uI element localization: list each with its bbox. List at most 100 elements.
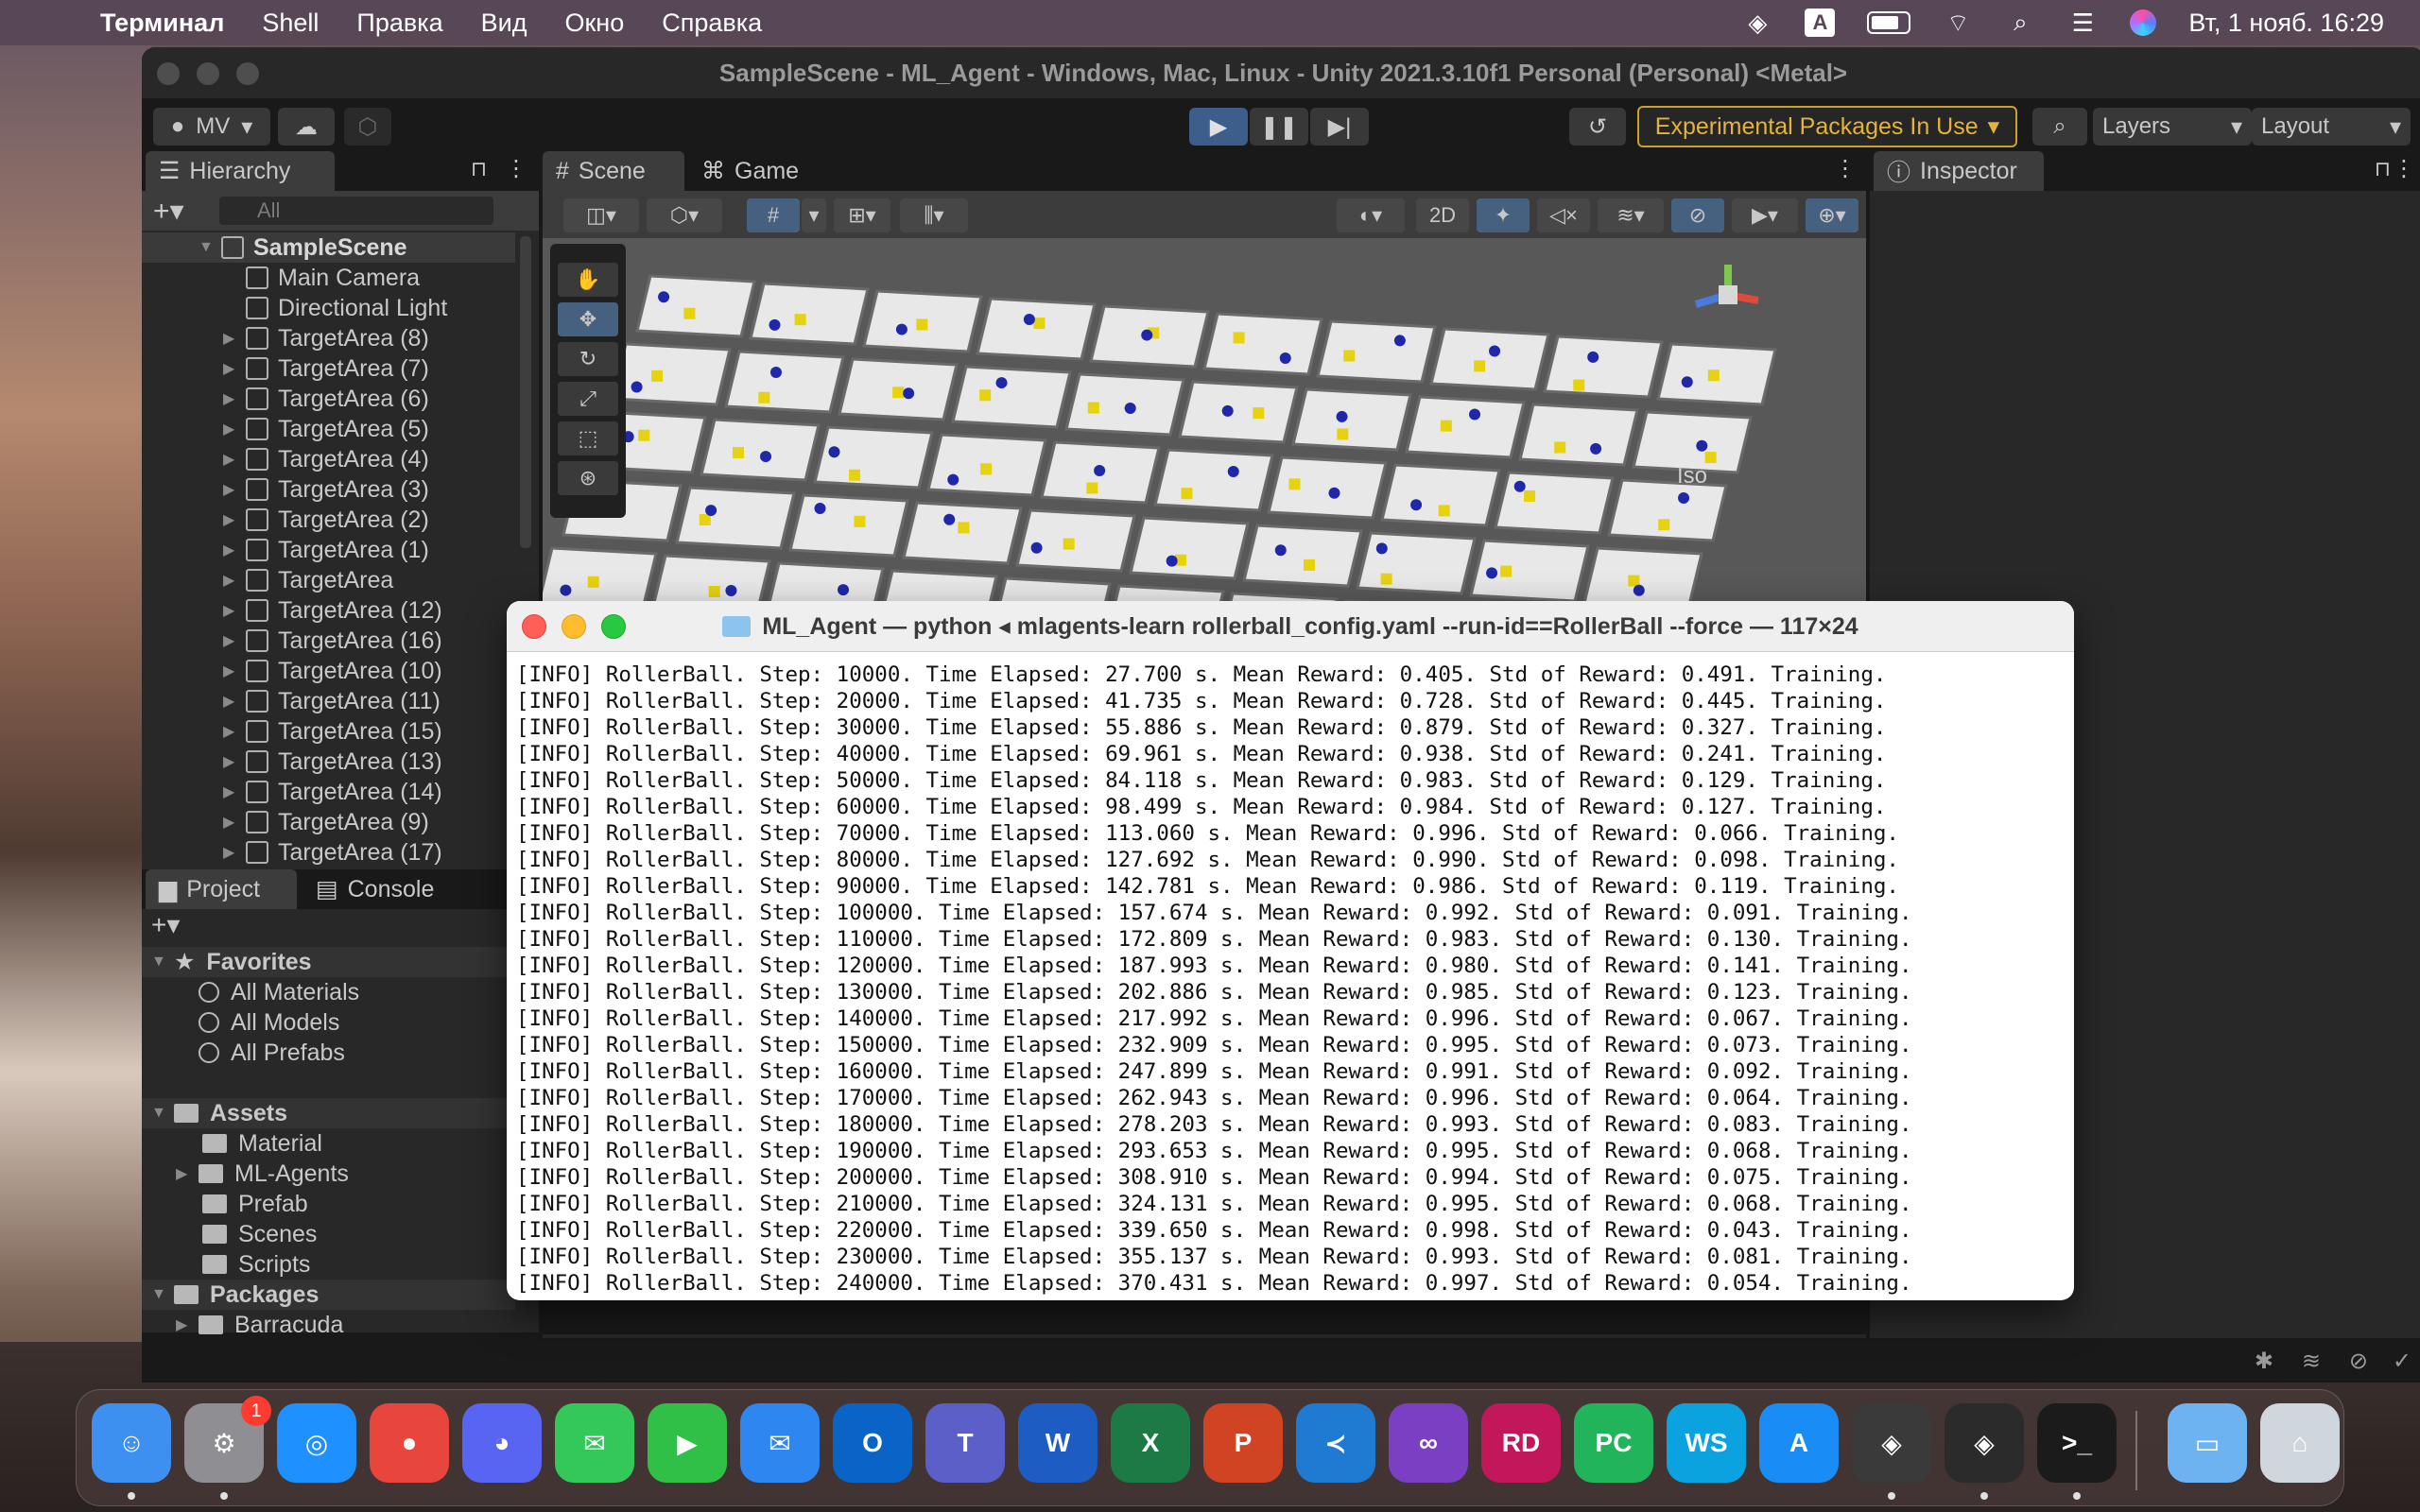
scene-projection-label[interactable]: Iso [1677, 463, 1707, 490]
hierarchy-item[interactable]: ▶ TargetArea (13) [142, 747, 515, 777]
network-icon[interactable]: ⊘ [2349, 1348, 2368, 1375]
discord-icon[interactable]: ◕ [462, 1403, 542, 1483]
kebab-menu-icon[interactable]: ⋮ [1834, 155, 1857, 182]
siri-icon[interactable] [2130, 9, 2157, 36]
menu-edit[interactable]: Правка [356, 9, 442, 38]
transform-tool-icon[interactable]: ⊛ [558, 461, 618, 495]
downloads-folder-icon[interactable]: ▭ [2168, 1403, 2247, 1483]
hierarchy-item[interactable]: ▶ TargetArea (11) [142, 686, 515, 716]
hierarchy-item[interactable]: ▶ TargetArea (1) [142, 535, 515, 565]
wifi-icon[interactable]: ⌔ [1943, 9, 1973, 37]
collapse-arrow-icon[interactable]: ▶ [223, 631, 240, 650]
collapse-arrow-icon[interactable]: ▶ [223, 541, 240, 559]
snap-icon[interactable]: ⊞▾ [834, 198, 890, 232]
hierarchy-item[interactable]: ▶ TargetArea (16) [142, 626, 515, 656]
collapse-arrow-icon[interactable]: ▶ [223, 782, 240, 801]
collapse-arrow-icon[interactable]: ▶ [223, 389, 240, 408]
pause-button[interactable]: ❚❚ [1250, 108, 1308, 146]
step-button[interactable]: ▶| [1310, 108, 1369, 146]
webstorm-icon[interactable]: WS [1667, 1403, 1746, 1483]
chrome-icon[interactable]: ● [370, 1403, 449, 1483]
hierarchy-item[interactable]: ▶ TargetArea (2) [142, 505, 515, 535]
collapse-arrow-icon[interactable]: ▶ [223, 329, 240, 348]
project-item[interactable]: ▶ ML-Agents [142, 1159, 515, 1189]
shading-dropdown[interactable]: ⬡▾ [647, 198, 722, 232]
search-icon[interactable]: ⌕ [2032, 108, 2087, 146]
hierarchy-item[interactable]: ▶ TargetArea (10) [142, 656, 515, 686]
collapse-arrow-icon[interactable]: ▶ [223, 420, 240, 438]
cloud-icon[interactable]: ☁ [278, 108, 335, 146]
hierarchy-item[interactable]: ▶ TargetArea (12) [142, 595, 515, 626]
minimize-button[interactable] [197, 62, 219, 85]
rider-icon[interactable]: RD [1481, 1403, 1561, 1483]
move-tool-icon[interactable]: ✥ [558, 302, 618, 336]
app-store-icon[interactable]: A [1759, 1403, 1839, 1483]
tab-scene[interactable]: # Scene [543, 151, 684, 191]
menu-window[interactable]: Окно [564, 9, 624, 38]
lighting-toggle-icon[interactable]: ✦ [1477, 198, 1530, 232]
collapse-arrow-icon[interactable]: ▶ [223, 752, 240, 771]
effects-dropdown[interactable]: ≋▾ [1598, 198, 1664, 232]
expand-arrow-icon[interactable]: ▼ [199, 239, 216, 256]
collapse-arrow-icon[interactable]: ▶ [223, 480, 240, 499]
scene-root-item[interactable]: ▼ SampleScene [142, 232, 515, 263]
cache-icon[interactable]: ≋ [2302, 1348, 2321, 1375]
hierarchy-item[interactable]: ▶ TargetArea (5) [142, 414, 515, 444]
messages-icon[interactable]: ✉ [555, 1403, 634, 1483]
mail-icon[interactable]: ✉ [740, 1403, 820, 1483]
input-source-icon[interactable]: A [1805, 9, 1836, 37]
teams-icon[interactable]: T [925, 1403, 1005, 1483]
audio-toggle-icon[interactable]: ◁× [1537, 198, 1590, 232]
collapse-arrow-icon[interactable]: ▶ [176, 1315, 193, 1334]
project-item[interactable]: All Prefabs [142, 1038, 515, 1068]
tab-game[interactable]: ⌘ Game [688, 151, 830, 191]
layers-dropdown[interactable]: Layers ▾ [2093, 108, 2252, 146]
tab-project[interactable]: ▆ Project [146, 869, 297, 909]
collapse-arrow-icon[interactable]: ▶ [223, 662, 240, 680]
collapse-arrow-icon[interactable]: ▶ [223, 571, 240, 590]
menu-shell[interactable]: Shell [262, 9, 319, 38]
tab-console[interactable]: ▤ Console [302, 869, 463, 909]
collapse-arrow-icon[interactable]: ▶ [223, 813, 240, 832]
collapse-arrow-icon[interactable]: ▶ [223, 692, 240, 711]
project-item[interactable]: Prefab [142, 1189, 515, 1219]
expand-arrow-icon[interactable]: ▼ [151, 954, 168, 971]
expand-arrow-icon[interactable]: ▼ [151, 1105, 168, 1122]
collapse-arrow-icon[interactable]: ▶ [223, 359, 240, 378]
excel-icon[interactable]: X [1111, 1403, 1190, 1483]
tab-inspector[interactable]: ⓘ Inspector [1874, 151, 2044, 191]
project-item[interactable]: ▶ Barracuda [142, 1310, 515, 1340]
hierarchy-item[interactable]: ▶ TargetArea (8) [142, 323, 515, 353]
visual-studio-icon[interactable]: ∞ [1389, 1403, 1468, 1483]
kebab-menu-icon[interactable]: ⋮ [505, 155, 527, 182]
project-item[interactable]: Scenes [142, 1219, 515, 1249]
camera-dropdown[interactable]: ▶▾ [1732, 198, 1798, 232]
collapse-arrow-icon[interactable]: ▶ [223, 843, 240, 862]
collapse-arrow-icon[interactable]: ▶ [223, 510, 240, 529]
hierarchy-item[interactable]: Main Camera [142, 263, 515, 293]
facetime-icon[interactable]: ▶ [648, 1403, 727, 1483]
hierarchy-item[interactable]: ▶ TargetArea (17) [142, 837, 515, 868]
hierarchy-item[interactable]: ▶ TargetArea (4) [142, 444, 515, 474]
word-icon[interactable]: W [1018, 1403, 1098, 1483]
experimental-packages-dropdown[interactable]: Experimental Packages In Use ▾ [1637, 106, 2017, 147]
project-item[interactable]: ▼ Assets [142, 1098, 515, 1128]
minimize-button[interactable] [562, 614, 586, 639]
safari-icon[interactable]: ◎ [277, 1403, 356, 1483]
unity-icon[interactable]: ◈ [1945, 1403, 2024, 1483]
2d-toggle[interactable]: 2D [1416, 198, 1469, 232]
hierarchy-search-input[interactable]: All [219, 197, 493, 225]
battery-icon[interactable] [1867, 11, 1911, 34]
powerpoint-icon[interactable]: P [1203, 1403, 1283, 1483]
rect-tool-icon[interactable]: ⬚ [558, 421, 618, 455]
expand-arrow-icon[interactable]: ▼ [151, 1286, 168, 1303]
orientation-dropdown[interactable]: ◐▾ [1337, 198, 1405, 232]
check-icon[interactable]: ✓ [2393, 1348, 2411, 1375]
collapse-arrow-icon[interactable]: ▶ [223, 601, 240, 620]
collab-icon[interactable]: ⬡ [344, 108, 391, 146]
debug-icon[interactable]: ✱ [2255, 1348, 2273, 1375]
terminal-window[interactable]: ML_Agent — python ◂ mlagents-learn rolle… [507, 601, 2074, 1300]
finder-icon[interactable]: ☺ [92, 1403, 171, 1483]
close-button[interactable] [157, 62, 180, 85]
project-item[interactable]: Scripts [142, 1249, 515, 1280]
